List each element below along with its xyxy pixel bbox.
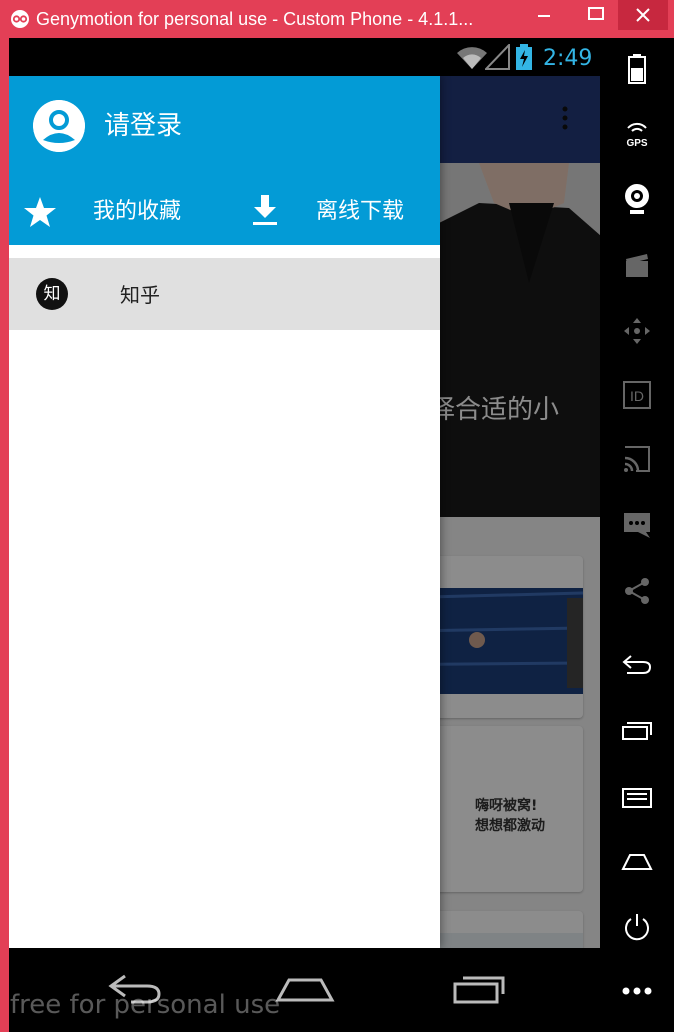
battery-charging-icon (516, 44, 532, 70)
drawer-item-label: 知乎 (120, 283, 160, 307)
device-screen: 2:49 择合适的小 嗨呀被窝! 想想都激动 请登录 我的收藏 离线下载 知 知… (9, 38, 600, 948)
clapper-icon[interactable] (600, 240, 674, 290)
favorites-button[interactable]: 我的收藏 (23, 190, 223, 234)
genymotion-toolbar: GPS ID (600, 38, 674, 1032)
recent-apps-icon[interactable] (449, 970, 509, 1006)
star-icon (24, 197, 56, 227)
watermark: free for personal use (10, 990, 281, 1020)
id-label: ID (630, 388, 644, 404)
background-app: 择合适的小 嗨呀被窝! 想想都激动 请登录 我的收藏 离线下载 知 知乎 (9, 76, 600, 948)
drawer-header: 请登录 我的收藏 离线下载 (9, 76, 440, 245)
status-bar: 2:49 (9, 38, 600, 76)
offline-download-label: 离线下载 (316, 199, 405, 224)
genymotion-logo-icon (11, 10, 29, 28)
navigation-drawer: 请登录 我的收藏 离线下载 知 知乎 (9, 76, 440, 948)
menu-icon[interactable] (600, 772, 674, 822)
close-icon (636, 8, 650, 22)
home-icon[interactable] (600, 836, 674, 886)
download-icon (253, 195, 277, 225)
gps-label: GPS (626, 138, 647, 148)
avatar[interactable] (33, 100, 85, 152)
window-titlebar: Genymotion for personal use - Custom Pho… (0, 0, 674, 38)
minimize-button[interactable] (522, 0, 566, 30)
minimize-icon (538, 15, 550, 17)
offline-download-button[interactable]: 离线下载 (249, 190, 439, 234)
sms-icon[interactable] (600, 500, 674, 550)
maximize-icon (588, 7, 604, 20)
id-icon[interactable]: ID (600, 370, 674, 420)
favorites-label: 我的收藏 (93, 199, 182, 224)
recent-apps-icon[interactable] (600, 706, 674, 756)
wifi-icon (457, 47, 487, 69)
more-icon[interactable] (600, 966, 674, 1016)
user-avatar-icon (33, 100, 85, 152)
dpad-icon[interactable] (600, 306, 674, 356)
webcam-icon[interactable] (600, 174, 674, 224)
close-window-button[interactable] (618, 0, 668, 30)
maximize-button[interactable] (574, 0, 618, 30)
share-icon[interactable] (600, 566, 674, 616)
home-icon[interactable] (275, 974, 335, 1004)
signal-icon (485, 44, 510, 70)
login-link[interactable]: 请登录 (104, 110, 182, 142)
status-clock: 2:49 (543, 46, 593, 71)
drawer-item-zhihu[interactable]: 知 知乎 (9, 258, 440, 330)
window-border (0, 38, 9, 1032)
cast-icon[interactable] (600, 434, 674, 484)
gps-icon[interactable]: GPS (600, 108, 674, 158)
window-title: Genymotion for personal use - Custom Pho… (36, 9, 474, 29)
battery-icon[interactable] (600, 44, 674, 94)
zhihu-icon: 知 (36, 278, 68, 310)
power-icon[interactable] (600, 902, 674, 952)
back-icon[interactable] (600, 640, 674, 690)
